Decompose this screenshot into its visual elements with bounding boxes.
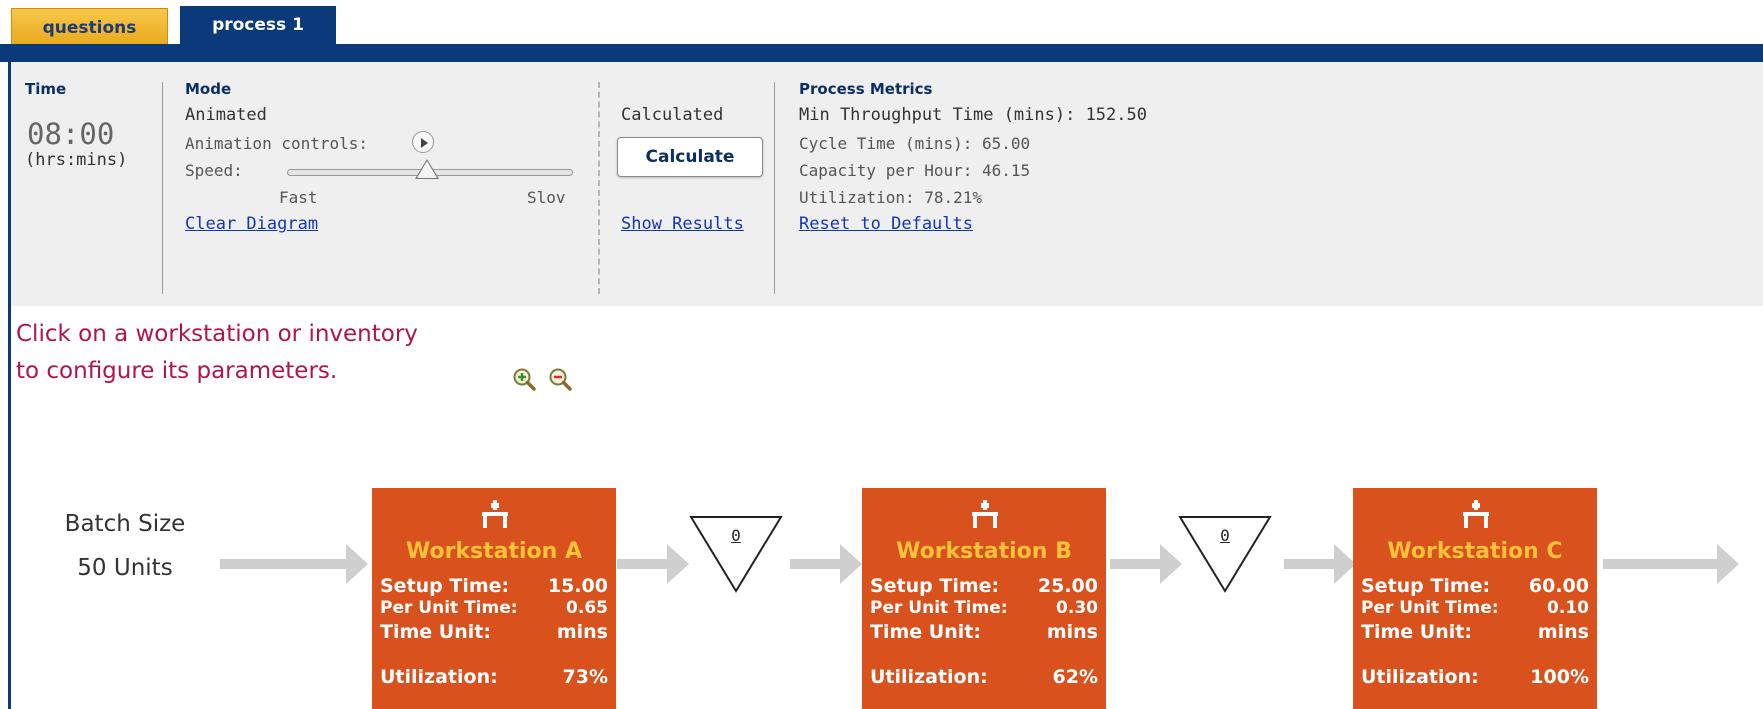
speed-slow-label: Slov bbox=[527, 188, 566, 207]
min-throughput-time: Min Throughput Time (mins): 152.50 bbox=[799, 105, 1147, 125]
utilization-label: Utilization: bbox=[380, 666, 498, 688]
utilization-value: 73% bbox=[562, 666, 608, 688]
workstation-title: Workstation B bbox=[896, 539, 1072, 564]
speed-fast-label: Fast bbox=[279, 188, 318, 207]
zoom-out-icon[interactable] bbox=[548, 367, 572, 391]
control-panel: Time 08:00 (hrs:mins) Mode Animated Anim… bbox=[8, 62, 1763, 306]
per-unit-time-label: Per Unit Time: bbox=[380, 598, 518, 618]
mode-heading: Mode bbox=[185, 80, 232, 98]
flow-arrow bbox=[1110, 544, 1182, 584]
mode-animated-label: Animated bbox=[185, 105, 267, 125]
workstation-title: Workstation C bbox=[1387, 539, 1563, 564]
divider bbox=[162, 82, 163, 294]
time-unit: (hrs:mins) bbox=[25, 150, 128, 170]
instruction-line-1: Click on a workstation or inventory bbox=[16, 321, 418, 347]
time-unit-label: Time Unit: bbox=[1361, 621, 1472, 643]
tab-process-1[interactable]: process 1 bbox=[180, 6, 336, 46]
workstation-icon bbox=[972, 500, 998, 528]
animation-controls-label: Animation controls: bbox=[185, 134, 369, 153]
speed-slider-handle[interactable] bbox=[415, 159, 439, 179]
setup-time-value: 25.00 bbox=[1037, 575, 1098, 597]
setup-time-label: Setup Time: bbox=[380, 575, 510, 597]
setup-time-label: Setup Time: bbox=[1361, 575, 1491, 597]
cycle-time: Cycle Time (mins): 65.00 bbox=[799, 134, 1031, 153]
batch-size-value: 50 Units bbox=[77, 555, 173, 581]
flow-arrow bbox=[1284, 544, 1356, 584]
setup-time-value: 15.00 bbox=[547, 575, 608, 597]
show-results-link[interactable]: Show Results bbox=[621, 214, 744, 234]
workstation-a[interactable]: Workstation A Setup Time: 15.00 Per Unit… bbox=[372, 488, 616, 709]
inventory-2[interactable]: 0 bbox=[1177, 514, 1273, 594]
flow-arrow bbox=[1603, 544, 1739, 584]
utilization-metric: Utilization: 78.21% bbox=[799, 188, 983, 207]
workstation-icon bbox=[482, 500, 508, 528]
inventory-1[interactable]: 0 bbox=[688, 514, 784, 594]
time-unit-value: mins bbox=[1537, 621, 1589, 643]
workstation-title: Workstation A bbox=[405, 539, 583, 564]
time-unit-label: Time Unit: bbox=[380, 621, 491, 643]
inventory-count: 0 bbox=[731, 526, 741, 545]
flow-arrow bbox=[790, 544, 862, 584]
divider bbox=[774, 82, 775, 294]
workstation-b[interactable]: Workstation B Setup Time: 25.00 Per Unit… bbox=[862, 488, 1106, 709]
workstation-c[interactable]: Workstation C Setup Time: 60.00 Per Unit… bbox=[1353, 488, 1597, 709]
setup-time-value: 60.00 bbox=[1528, 575, 1589, 597]
setup-time-label: Setup Time: bbox=[870, 575, 1000, 597]
time-unit-value: mins bbox=[1046, 621, 1098, 643]
utilization-label: Utilization: bbox=[1361, 666, 1479, 688]
flow-arrow bbox=[617, 544, 689, 584]
time-value: 08:00 bbox=[27, 117, 115, 151]
utilization-label: Utilization: bbox=[870, 666, 988, 688]
reset-to-defaults-link[interactable]: Reset to Defaults bbox=[799, 214, 973, 234]
per-unit-time-value: 0.10 bbox=[1547, 598, 1589, 618]
time-unit-value: mins bbox=[556, 621, 608, 643]
utilization-value: 100% bbox=[1530, 666, 1589, 688]
per-unit-time-value: 0.65 bbox=[566, 598, 608, 618]
capacity-per-hour: Capacity per Hour: 46.15 bbox=[799, 161, 1031, 180]
tab-questions[interactable]: questions bbox=[11, 8, 168, 46]
dashed-divider bbox=[598, 82, 600, 294]
inventory-count: 0 bbox=[1220, 526, 1230, 545]
batch-size-label: Batch Size bbox=[64, 511, 186, 537]
process-metrics-heading: Process Metrics bbox=[799, 80, 933, 98]
calculated-label: Calculated bbox=[621, 105, 724, 125]
per-unit-time-value: 0.30 bbox=[1056, 598, 1098, 618]
calculate-button[interactable]: Calculate bbox=[617, 137, 763, 177]
workstation-icon bbox=[1463, 500, 1489, 528]
flow-arrow bbox=[220, 544, 368, 584]
speed-label: Speed: bbox=[185, 161, 243, 180]
play-button[interactable] bbox=[412, 131, 434, 153]
per-unit-time-label: Per Unit Time: bbox=[870, 598, 1008, 618]
instruction-line-2: to configure its parameters. bbox=[16, 358, 338, 384]
zoom-in-icon[interactable] bbox=[512, 367, 536, 391]
utilization-value: 62% bbox=[1052, 666, 1098, 688]
time-heading: Time bbox=[25, 80, 67, 98]
time-unit-label: Time Unit: bbox=[870, 621, 981, 643]
tab-strip bbox=[0, 44, 1763, 62]
per-unit-time-label: Per Unit Time: bbox=[1361, 598, 1499, 618]
clear-diagram-link[interactable]: Clear Diagram bbox=[185, 214, 318, 234]
tab-bar: questions process 1 bbox=[0, 0, 1763, 62]
